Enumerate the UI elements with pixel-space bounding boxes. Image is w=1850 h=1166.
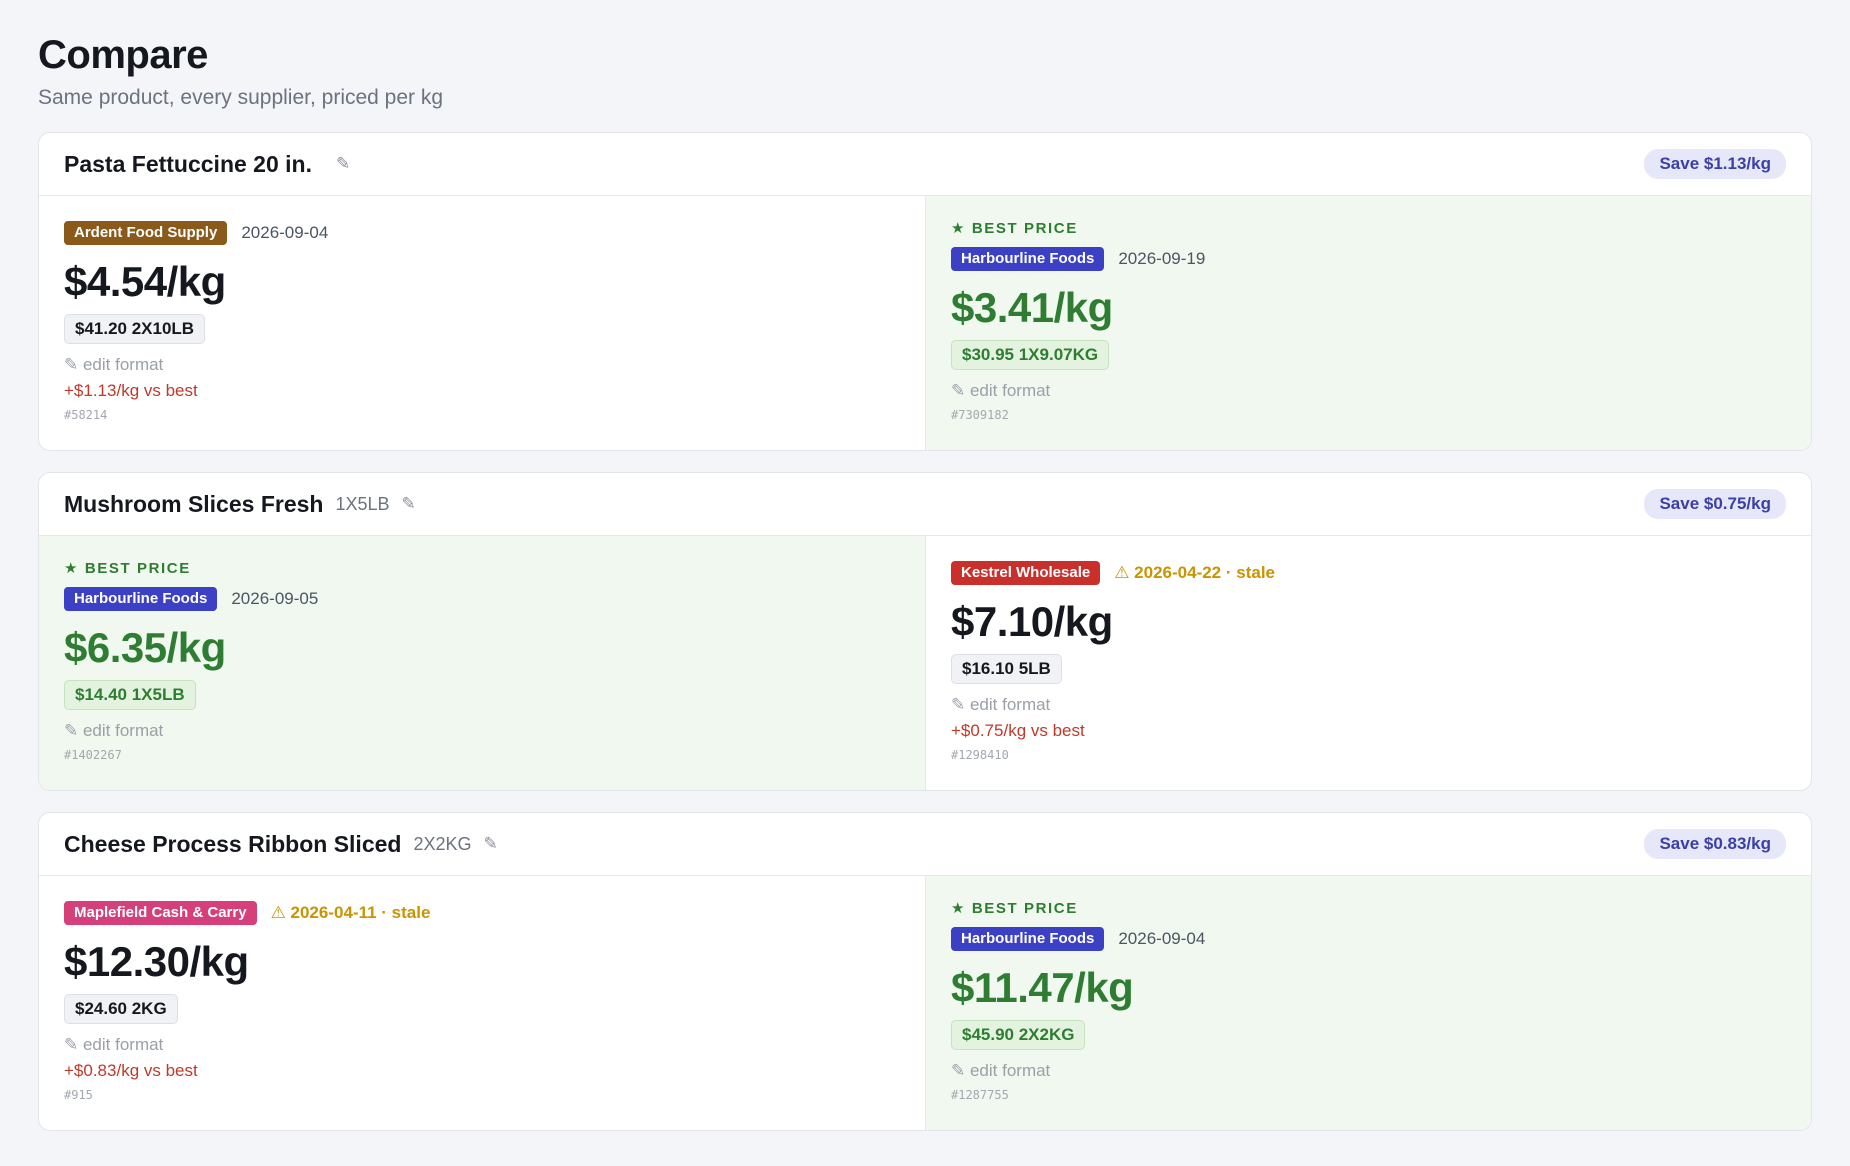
pack-price-chip: $16.10 5LB [951,654,1062,684]
item-id: #7309182 [951,408,1009,422]
page-subtitle: Same product, every supplier, priced per… [38,86,444,109]
item-id: #1402267 [64,748,122,762]
edit-product-pencil-icon[interactable]: ✎ [336,154,350,174]
price-per-kg: $12.30/kg [64,938,249,985]
edit-format-link[interactable]: ✎ edit format [64,354,900,376]
save-badge: Save $1.13/kg [1644,149,1786,179]
offer-column-best: ★ BEST PRICE Harbourline Foods 2026-09-0… [39,536,925,790]
edit-format-link[interactable]: ✎ edit format [64,720,900,742]
compare-page: Compare Same product, every supplier, pr… [0,0,1850,1131]
pack-price-chip: $14.40 1X5LB [64,680,196,710]
item-id: #58214 [64,408,108,422]
product-size: 1X5LB [335,493,390,514]
item-id: #1287755 [951,1088,1009,1102]
price-per-kg: $7.10/kg [951,598,1113,645]
edit-format-link[interactable]: ✎ edit format [64,1034,900,1056]
stale-quote-date: ⚠ 2026-04-11 · stale [270,903,431,922]
pack-price-chip: $41.20 2X10LB [64,314,206,344]
offer-column: Maplefield Cash & Carry ⚠ 2026-04-11 · s… [39,876,925,1130]
price-per-kg: $4.54/kg [64,258,226,305]
offer-column-best: ★ BEST PRICE Harbourline Foods 2026-09-1… [925,196,1811,450]
supplier-badge: Harbourline Foods [951,927,1105,951]
price-diff-vs-best: +$0.75/kg vs best [951,721,1085,740]
pack-price-chip: $24.60 2KG [64,994,178,1024]
product-name: Mushroom Slices Fresh [64,490,324,517]
supplier-badge: Harbourline Foods [951,247,1105,271]
card-header: Cheese Process Ribbon Sliced 2X2KG ✎ Sav… [39,813,1811,876]
quote-date: 2026-09-19 [1118,249,1206,268]
best-price-label: ★ BEST PRICE [951,220,1078,237]
edit-product-pencil-icon[interactable]: ✎ [484,834,498,854]
pack-price-chip: $45.90 2X2KG [951,1020,1086,1050]
product-card: Cheese Process Ribbon Sliced 2X2KG ✎ Sav… [38,812,1812,1131]
supplier-badge: Harbourline Foods [64,587,218,611]
quote-date: 2026-09-04 [1118,929,1206,948]
edit-product-pencil-icon[interactable]: ✎ [402,494,416,514]
quote-date: 2026-09-04 [241,223,329,242]
price-per-kg: $6.35/kg [64,624,226,671]
edit-format-link[interactable]: ✎ edit format [951,1060,1786,1082]
product-card: Pasta Fettuccine 20 in. ✎ Save $1.13/kg … [38,132,1812,451]
supplier-badge: Kestrel Wholesale [951,561,1101,585]
item-id: #915 [64,1088,93,1102]
pack-price-chip: $30.95 1X9.07KG [951,340,1110,370]
product-name: Cheese Process Ribbon Sliced [64,830,402,857]
offer-column-best: ★ BEST PRICE Harbourline Foods 2026-09-0… [925,876,1811,1130]
edit-format-link[interactable]: ✎ edit format [951,380,1786,402]
quote-date: 2026-09-05 [231,589,319,608]
stale-quote-date: ⚠ 2026-04-22 · stale [1114,563,1275,582]
save-badge: Save $0.75/kg [1644,489,1786,519]
comparison-list: Pasta Fettuccine 20 in. ✎ Save $1.13/kg … [38,132,1812,1131]
product-card: Mushroom Slices Fresh 1X5LB ✎ Save $0.75… [38,472,1812,791]
item-id: #1298410 [951,748,1009,762]
price-diff-vs-best: +$0.83/kg vs best [64,1061,198,1080]
price-diff-vs-best: +$1.13/kg vs best [64,381,198,400]
save-badge: Save $0.83/kg [1644,829,1786,859]
best-price-label: ★ BEST PRICE [64,560,191,577]
product-size: 2X2KG [413,833,472,854]
product-name: Pasta Fettuccine 20 in. [64,150,312,177]
card-header: Mushroom Slices Fresh 1X5LB ✎ Save $0.75… [39,473,1811,536]
supplier-badge: Ardent Food Supply [64,221,228,245]
supplier-badge: Maplefield Cash & Carry [64,901,257,925]
best-price-label: ★ BEST PRICE [951,900,1078,917]
page-title: Compare [38,33,208,77]
offer-column: Ardent Food Supply 2026-09-04 $4.54/kg $… [39,196,925,450]
offer-column: Kestrel Wholesale ⚠ 2026-04-22 · stale $… [925,536,1811,790]
edit-format-link[interactable]: ✎ edit format [951,694,1786,716]
card-header: Pasta Fettuccine 20 in. ✎ Save $1.13/kg [39,133,1811,196]
price-per-kg: $3.41/kg [951,284,1113,331]
price-per-kg: $11.47/kg [951,964,1134,1011]
